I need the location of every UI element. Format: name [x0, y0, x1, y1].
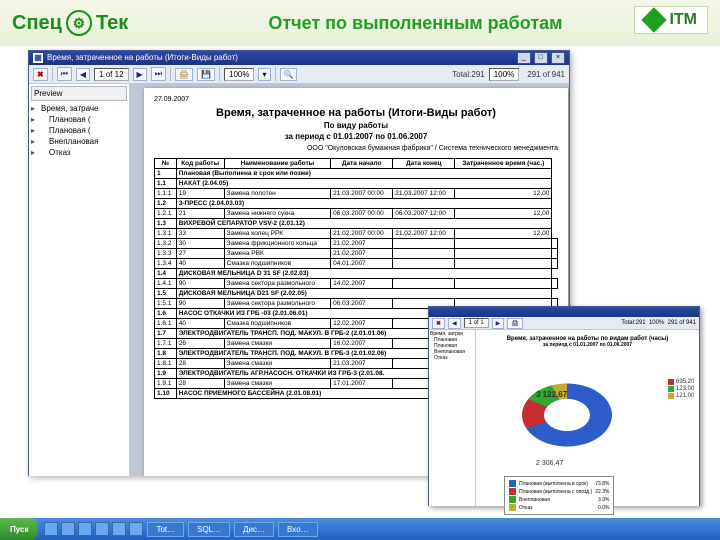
- table-row: 1.3.327Замена РВК21.02.2007: [155, 249, 558, 259]
- search-button[interactable]: 🔍: [280, 68, 298, 81]
- table-row: 1Плановая (Выполнена в срок или позже): [155, 169, 558, 179]
- window-title: Время, затраченное на работы (Итоги-Виды…: [47, 53, 238, 62]
- app-icon: ▦: [33, 53, 43, 63]
- donut-chart: [522, 370, 632, 450]
- chart-page: 1 of 1: [464, 318, 489, 328]
- last-page-button[interactable]: ⏭: [151, 67, 166, 81]
- table-row: 1.1.119Замена полотен21.03.2007 00:0021.…: [155, 189, 558, 199]
- tree-item[interactable]: Плановая (: [31, 125, 127, 136]
- next-page-button[interactable]: ▶: [133, 68, 147, 81]
- max-button[interactable]: □: [534, 52, 548, 64]
- chart-total: 3 122,67: [536, 390, 567, 399]
- report-date: 27.09.2007: [154, 96, 558, 103]
- report-tree-pane: Preview Время, затраче Плановая (Планова…: [29, 84, 130, 476]
- chart-prev[interactable]: ◀: [448, 318, 461, 329]
- zoom-box[interactable]: 100%: [224, 68, 254, 81]
- report-title: Время, затраченное на работы (Итоги-Виды…: [154, 107, 558, 119]
- slide-title: Отчет по выполненным работам: [268, 13, 562, 34]
- bolt-icon: ⚙: [66, 10, 92, 36]
- chart-next[interactable]: ▶: [492, 318, 505, 329]
- tree-item[interactable]: Плановая (: [31, 114, 127, 125]
- table-row: 1.3ВИХРЕВОЙ СЕПАРАТОР VSV-2 (2.01.12): [155, 219, 558, 229]
- close-button[interactable]: ×: [551, 52, 565, 64]
- total-label: Total:291: [452, 70, 484, 79]
- table-row: 1.3.230Замена фрикционного кольца21.02.2…: [155, 239, 558, 249]
- zoom-dropdown[interactable]: ▾: [258, 68, 270, 81]
- chart-tree: Время, затрач Плановая Плановая Внеплано…: [429, 330, 476, 506]
- stage: ▦ Время, затраченное на работы (Итоги-Вид…: [0, 46, 720, 540]
- tree-item[interactable]: Отказ: [31, 147, 127, 158]
- chart-window: ✖ ◀ 1 of 1 ▶ 🖨 Total:291 100% 291 of 941…: [428, 306, 700, 506]
- window-titlebar[interactable]: ▦ Время, затраченное на работы (Итоги-Вид…: [29, 51, 569, 65]
- prev-page-button[interactable]: ◀: [76, 68, 90, 81]
- start-button[interactable]: Пуск: [0, 518, 38, 540]
- report-org: ООО "Окуловская бумажная фабрика" / Сист…: [154, 145, 558, 152]
- report-period: за период с 01.01.2007 по 01.06.2007: [154, 132, 558, 141]
- table-row: 1.4ДИСКОВАЯ МЕЛЬНИЦА D 31 SF (2.02.03): [155, 269, 558, 279]
- table-row: 1.2.121Замена нижнего сукна06.03.2007 00…: [155, 209, 558, 219]
- chart-period: за период с 01.01.2007 по 01.06.2007: [476, 342, 699, 348]
- presentation-header: Спец⚙Тек Отчет по выполненным работам IT…: [0, 0, 720, 46]
- chart-toolbar: ✖ ◀ 1 of 1 ▶ 🖨 Total:291 100% 291 of 941: [429, 317, 699, 330]
- quick-launch[interactable]: [44, 522, 143, 536]
- taskbar-button[interactable]: SQL…: [188, 522, 230, 537]
- taskbar-button[interactable]: Tot…: [147, 522, 184, 537]
- chart-print[interactable]: 🖨: [507, 318, 523, 329]
- tree-item[interactable]: Внеплановая: [31, 136, 127, 147]
- print-button[interactable]: 🖨: [175, 68, 193, 81]
- taskbar-button[interactable]: Дис…: [234, 522, 274, 537]
- report-subtitle: По виду работы: [154, 121, 558, 130]
- chart-legend: Плановая (выполнена в срок)73.8%Плановая…: [504, 476, 614, 515]
- diamond-icon: [642, 7, 667, 32]
- chart-page: Время, затраченное на работы по видам ра…: [476, 330, 699, 506]
- chart-callouts: 695,20123,00121,00: [668, 378, 694, 400]
- table-row: 1.3.133Замена колец РРК21.02.2007 00:002…: [155, 229, 558, 239]
- tree-root[interactable]: Время, затраче: [31, 103, 127, 114]
- taskbar: Пуск Tot… SQL… Дис… Вхо…: [0, 518, 720, 540]
- range-label: 291 of 941: [527, 70, 565, 79]
- chart-stop[interactable]: ✖: [432, 318, 445, 329]
- table-row: 1.5ДИСКОВАЯ МЕЛЬНИЦА D21 SF (2.02.05): [155, 289, 558, 299]
- page-indicator: 1 of 12: [94, 68, 128, 81]
- table-row: 1.3.440Смазка подшипников04.01.2007: [155, 259, 558, 269]
- brand-logo-left: Спец⚙Тек: [12, 10, 128, 36]
- brand-logo-right: ITM: [634, 6, 708, 34]
- chart-titlebar[interactable]: [429, 307, 699, 317]
- table-row: 1.4.190Замена сектора размольного14.02.2…: [155, 279, 558, 289]
- save-button[interactable]: 💾: [197, 68, 215, 81]
- stop-button[interactable]: ✖: [33, 68, 48, 81]
- tree-tab[interactable]: Preview: [31, 86, 127, 101]
- taskbar-button[interactable]: Вхо…: [278, 522, 318, 537]
- min-button[interactable]: _: [517, 52, 531, 64]
- chart-largest-value: 2 306,47: [536, 460, 563, 467]
- report-toolbar: ✖ ⏮ ◀ 1 of 12 ▶ ⏭ 🖨 💾 100% ▾ 🔍 Total:291…: [29, 65, 569, 84]
- table-row: 1.23-ПРЕСС (2.04.03.03): [155, 199, 558, 209]
- table-row: 1.1НАКАТ (2.04.05): [155, 179, 558, 189]
- count-box: 100%: [489, 68, 519, 81]
- first-page-button[interactable]: ⏮: [57, 67, 72, 81]
